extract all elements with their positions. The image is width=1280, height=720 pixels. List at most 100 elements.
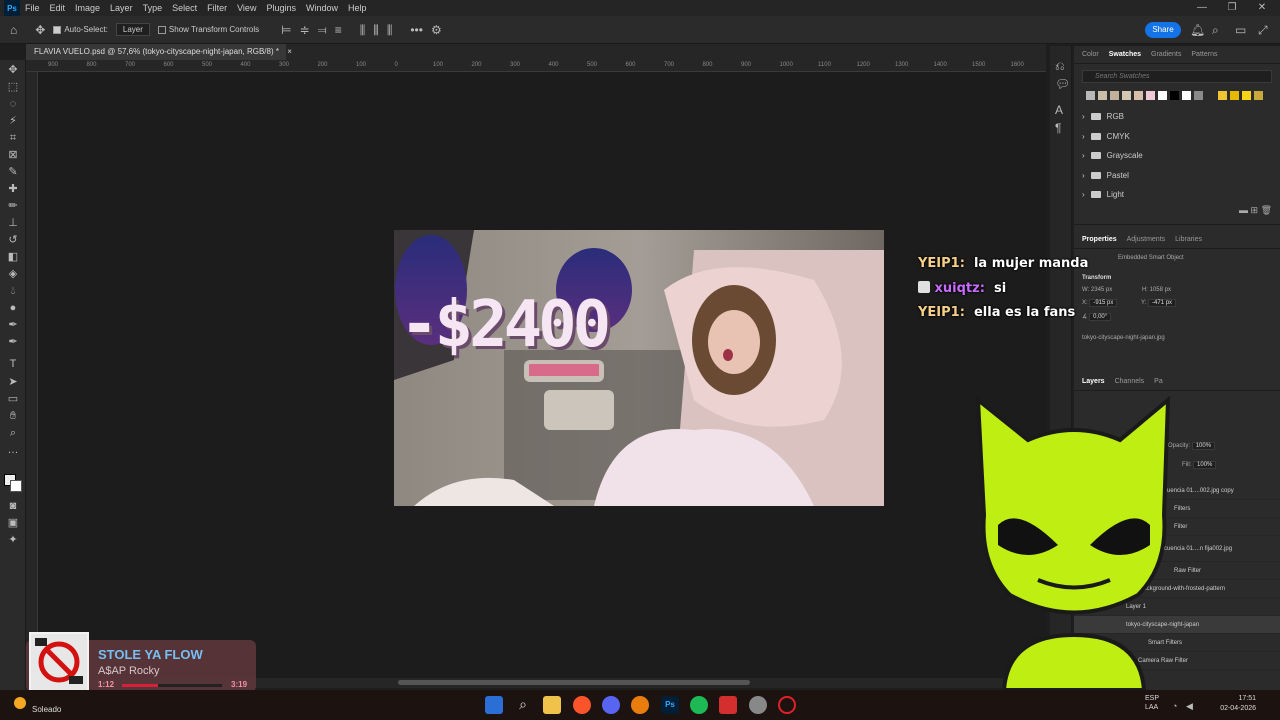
discord-icon[interactable] bbox=[602, 696, 620, 714]
y-field[interactable]: -471 px bbox=[1148, 298, 1177, 307]
eraser-tool-icon[interactable]: ◧ bbox=[7, 251, 19, 263]
capcut-icon[interactable] bbox=[719, 696, 737, 714]
bell-icon[interactable]: 🔔︎ bbox=[1190, 24, 1205, 36]
search-swatches-input[interactable]: Search Swatches bbox=[1082, 70, 1272, 83]
pen-tool-icon[interactable]: ✒ bbox=[7, 319, 19, 331]
swatch-group-rgb[interactable]: › RGB bbox=[1074, 107, 1280, 127]
document-canvas-image[interactable]: -$2400 bbox=[394, 230, 884, 506]
horizontal-scrollbar-thumb[interactable] bbox=[398, 680, 750, 685]
transform-controls-checkbox[interactable]: Show Transform Controls bbox=[157, 25, 259, 34]
more-tools-icon[interactable]: … bbox=[7, 444, 19, 456]
tab-layers[interactable]: Layers bbox=[1082, 378, 1105, 385]
w-value[interactable]: 2345 px bbox=[1091, 287, 1112, 293]
h-value[interactable]: 1058 px bbox=[1150, 287, 1171, 293]
zoom-tool-icon[interactable]: ⌕ bbox=[7, 427, 19, 439]
align-right-icon[interactable]: ⫤ bbox=[318, 24, 327, 36]
comments-icon[interactable]: 💬︎ bbox=[1055, 78, 1070, 90]
align-left-icon[interactable]: ⊨ bbox=[281, 24, 291, 36]
dodge-tool-icon[interactable]: ● bbox=[7, 302, 19, 314]
clock[interactable]: 17:51 02-04-2026 bbox=[1208, 694, 1256, 714]
clone-stamp-icon[interactable]: ⊥ bbox=[7, 217, 19, 229]
spotify-icon[interactable] bbox=[690, 696, 708, 714]
opacity-field[interactable]: 100% bbox=[1191, 442, 1216, 450]
start-icon[interactable] bbox=[485, 696, 503, 714]
close-window-button[interactable]: ✕ bbox=[1248, 0, 1276, 16]
menu-image[interactable]: Image bbox=[70, 3, 105, 13]
menu-filter[interactable]: Filter bbox=[202, 3, 232, 13]
tab-paths[interactable]: Pa bbox=[1154, 378, 1163, 385]
color-swatch[interactable] bbox=[1122, 91, 1131, 100]
swatch-group-light[interactable]: › Light bbox=[1074, 185, 1280, 205]
distribute-bottom-icon[interactable]: ⫼ bbox=[387, 24, 393, 36]
marquee-tool-icon[interactable]: ⬚ bbox=[7, 81, 19, 93]
menu-view[interactable]: View bbox=[232, 3, 261, 13]
color-swatch[interactable] bbox=[1146, 91, 1155, 100]
menu-edit[interactable]: Edit bbox=[45, 3, 71, 13]
minimize-button[interactable]: — bbox=[1188, 0, 1216, 16]
magic-wand-icon[interactable]: ⚡︎ bbox=[7, 115, 19, 127]
rectangle-tool-icon[interactable]: ▭ bbox=[7, 393, 19, 405]
menu-type[interactable]: Type bbox=[138, 3, 168, 13]
blur-tool-icon[interactable]: 💧︎ bbox=[7, 285, 19, 297]
home-icon[interactable]: ⌂ bbox=[10, 24, 17, 36]
x-field[interactable]: -915 px bbox=[1089, 298, 1118, 307]
more-options-button[interactable]: ••• bbox=[410, 24, 423, 36]
align-top-icon[interactable]: ≡ bbox=[335, 24, 342, 36]
menu-select[interactable]: Select bbox=[167, 3, 202, 13]
color-swatch[interactable] bbox=[1254, 91, 1263, 100]
menu-plugins[interactable]: Plugins bbox=[261, 3, 301, 13]
brush-tool-icon[interactable]: ✏ bbox=[7, 200, 19, 212]
pen-tool-icon[interactable]: ✒ bbox=[7, 336, 19, 348]
eyedropper-icon[interactable]: ✎ bbox=[7, 166, 19, 178]
healing-brush-icon[interactable]: ✚ bbox=[7, 183, 19, 195]
angle-field[interactable]: 0,00° bbox=[1089, 312, 1112, 321]
color-swatch[interactable] bbox=[1242, 91, 1251, 100]
generative-icon[interactable]: ✦ bbox=[7, 534, 19, 546]
type-tool-icon[interactable]: T bbox=[7, 358, 19, 370]
color-swatch[interactable] bbox=[1170, 91, 1179, 100]
path-select-icon[interactable]: ➤ bbox=[7, 376, 19, 388]
tab-gradients[interactable]: Gradients bbox=[1151, 51, 1181, 58]
document-tab[interactable]: FLAVIA VUELO.psd @ 57,6% (tokyo-cityscap… bbox=[26, 44, 292, 60]
chrome-icon[interactable] bbox=[749, 696, 767, 714]
new-group-icon[interactable]: ▬ bbox=[1239, 205, 1248, 215]
color-swatch[interactable] bbox=[1134, 91, 1143, 100]
lasso-tool-icon[interactable]: ◌ bbox=[7, 98, 19, 110]
search-icon[interactable]: ⌕ bbox=[1212, 24, 1219, 36]
distribute-icon[interactable]: ⫼ bbox=[360, 24, 366, 36]
weather-label[interactable]: Soleado bbox=[32, 705, 61, 714]
tab-color[interactable]: Color bbox=[1082, 51, 1099, 58]
delete-icon[interactable]: 🗑︎ bbox=[1261, 205, 1272, 215]
sun-icon[interactable] bbox=[14, 697, 26, 709]
auto-select-checkbox[interactable]: Auto-Select: bbox=[53, 25, 108, 34]
language-indicator[interactable]: ESP LAA bbox=[1145, 694, 1159, 712]
crop-tool-icon[interactable]: ⌗ bbox=[7, 132, 19, 144]
background-color-swatch[interactable] bbox=[10, 480, 22, 492]
color-swatch[interactable] bbox=[1158, 91, 1167, 100]
paint-bucket-icon[interactable]: ◈ bbox=[7, 268, 19, 280]
close-tab-button[interactable]: × bbox=[287, 47, 292, 56]
move-tool-icon[interactable]: ✥ bbox=[35, 24, 45, 36]
brave-icon[interactable] bbox=[573, 696, 591, 714]
character-icon[interactable]: A bbox=[1055, 104, 1063, 116]
history-icon[interactable]: ⎌ bbox=[1055, 60, 1065, 72]
distribute-center-icon[interactable]: ⫼ bbox=[373, 24, 379, 36]
new-swatch-icon[interactable]: ⊞ bbox=[1251, 205, 1259, 215]
menu-layer[interactable]: Layer bbox=[105, 3, 138, 13]
swatch-group-cmyk[interactable]: › CMYK bbox=[1074, 127, 1280, 147]
tab-properties[interactable]: Properties bbox=[1082, 236, 1117, 243]
history-brush-icon[interactable]: ↺ bbox=[7, 234, 19, 246]
tab-libraries[interactable]: Libraries bbox=[1175, 236, 1202, 243]
menu-help[interactable]: Help bbox=[343, 3, 372, 13]
paragraph-icon[interactable]: ¶ bbox=[1055, 122, 1061, 134]
swatch-group-grayscale[interactable]: › Grayscale bbox=[1074, 146, 1280, 166]
wifi-icon[interactable]: ◔ bbox=[1172, 700, 1177, 712]
color-swatch[interactable] bbox=[1230, 91, 1239, 100]
frame-tool-icon[interactable]: ⊠ bbox=[7, 149, 19, 161]
menu-file[interactable]: File bbox=[20, 3, 45, 13]
tab-channels[interactable]: Channels bbox=[1115, 378, 1145, 385]
opera-icon[interactable] bbox=[778, 696, 796, 714]
color-swatch[interactable] bbox=[1110, 91, 1119, 100]
align-center-icon[interactable]: ≑ bbox=[300, 24, 310, 36]
tab-adjustments[interactable]: Adjustments bbox=[1127, 236, 1166, 243]
